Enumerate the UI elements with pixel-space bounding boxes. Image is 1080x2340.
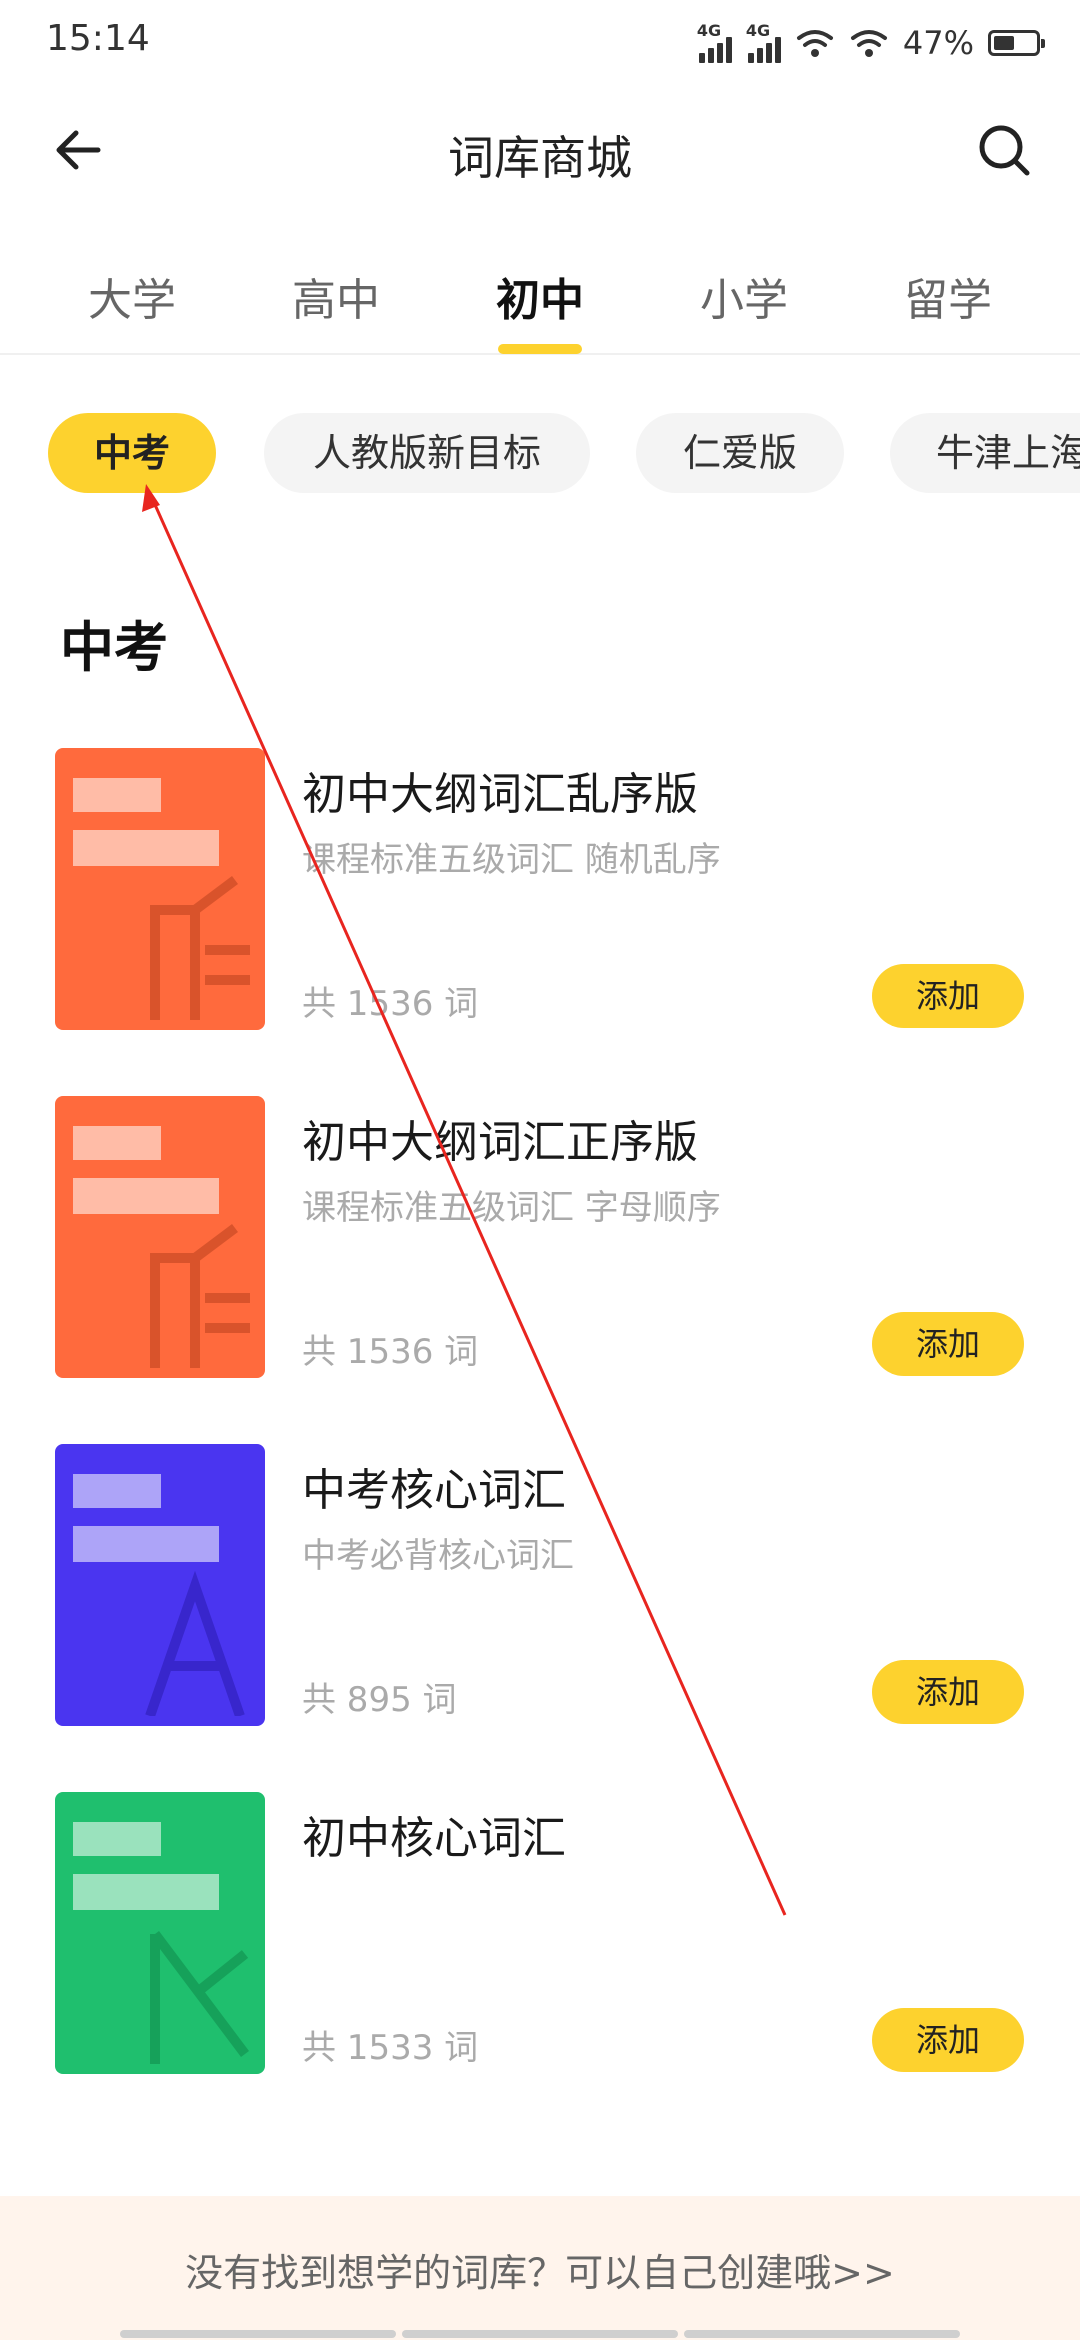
add-button[interactable]: 添加: [872, 1312, 1024, 1376]
book-word-count: 共 895 词: [302, 1680, 457, 1720]
tab-university[interactable]: 大学: [52, 264, 212, 328]
vocab-store-screen: 15:14 4G 4G 47% 词库商城 大学 高中 初中 小学 留学 中考 人…: [0, 0, 1080, 2340]
signal-icon: 4G: [745, 21, 781, 63]
tab-study-abroad[interactable]: 留学: [868, 264, 1028, 328]
book-description: 课程标准五级词汇 随机乱序: [302, 840, 721, 880]
level-tabs: 大学 高中 初中 小学 留学: [0, 240, 1080, 355]
add-button[interactable]: 添加: [872, 1660, 1024, 1724]
book-title: 初中大纲词汇乱序版: [302, 769, 698, 820]
page-title: 词库商城: [448, 131, 632, 185]
book-cover: [55, 1792, 265, 2074]
category-chips: 中考 人教版新目标 仁爱版 牛津上海: [0, 413, 1080, 493]
search-icon[interactable]: [974, 120, 1034, 180]
signal-icon: 4G: [696, 21, 732, 63]
chip-zhongkao[interactable]: 中考: [48, 413, 216, 493]
list-item[interactable]: 中考核心词汇 中考必背核心词汇 共 895 词 添加: [0, 1444, 1080, 1744]
list-item[interactable]: 初中大纲词汇乱序版 课程标准五级词汇 随机乱序 共 1536 词 添加: [0, 748, 1080, 1048]
battery-percent: 47%: [902, 24, 974, 62]
tab-primary[interactable]: 小学: [664, 264, 824, 328]
network-type-label: 4G: [696, 21, 722, 40]
chip-oxford-shanghai[interactable]: 牛津上海: [890, 413, 1080, 493]
book-title: 中考核心词汇: [302, 1465, 566, 1516]
status-bar: 15:14 4G 4G 47%: [0, 0, 1080, 84]
network-type-label: 4G: [745, 21, 771, 40]
book-cover: [55, 1096, 265, 1378]
book-description: 课程标准五级词汇 字母顺序: [302, 1188, 721, 1228]
wifi-icon: [850, 30, 887, 57]
status-icons: 4G 4G 47%: [696, 20, 1045, 66]
create-vocab-banner[interactable]: 没有找到想学的词库？可以自己创建哦>>: [0, 2196, 1080, 2340]
cover-letter-icon: [150, 1224, 250, 1368]
chip-renjiao[interactable]: 人教版新目标: [264, 413, 590, 493]
wifi-icon: [796, 30, 833, 57]
book-title: 初中大纲词汇正序版: [302, 1117, 698, 1168]
create-vocab-link[interactable]: 没有找到想学的词库？可以自己创建哦>>: [0, 2242, 1080, 2297]
add-button[interactable]: 添加: [872, 964, 1024, 1028]
tab-junior-high[interactable]: 初中: [460, 264, 620, 328]
battery-icon: [988, 30, 1045, 56]
section-title: 中考: [60, 616, 168, 679]
book-word-count: 共 1533 词: [302, 2028, 479, 2068]
tab-high-school[interactable]: 高中: [256, 264, 416, 328]
book-description: 中考必背核心词汇: [302, 1536, 574, 1576]
book-cover: [55, 1444, 265, 1726]
top-app-bar: 词库商城: [0, 100, 1080, 200]
cover-letter-icon: [145, 1570, 245, 1716]
chip-renai[interactable]: 仁爱版: [636, 413, 844, 493]
cover-letter-icon: [150, 1931, 249, 2064]
book-word-count: 共 1536 词: [302, 984, 479, 1024]
book-word-count: 共 1536 词: [302, 1332, 479, 1372]
active-tab-indicator: [498, 344, 582, 354]
gesture-bar: [120, 2330, 960, 2338]
status-time: 15:14: [46, 18, 150, 59]
cover-letter-icon: [150, 876, 250, 1020]
list-item[interactable]: 初中核心词汇 共 1533 词 添加: [0, 1792, 1080, 2092]
book-cover: [55, 748, 265, 1030]
book-title: 初中核心词汇: [302, 1813, 566, 1864]
list-item[interactable]: 初中大纲词汇正序版 课程标准五级词汇 字母顺序 共 1536 词 添加: [0, 1096, 1080, 1396]
add-button[interactable]: 添加: [872, 2008, 1024, 2072]
